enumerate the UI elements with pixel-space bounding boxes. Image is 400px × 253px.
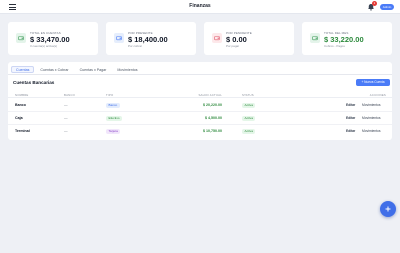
account-balance: $ 10,750.00 (203, 129, 222, 133)
account-bank: — (64, 116, 68, 120)
movements-link[interactable]: Movimientos (362, 129, 381, 133)
card-value: $ 33,220.00 (324, 35, 364, 44)
account-name: Terminal (15, 129, 30, 133)
tab-cuentas[interactable]: Cuentas (11, 66, 35, 73)
tab-divider (8, 74, 392, 75)
edit-link[interactable]: Editar (346, 103, 355, 107)
card-value: $ 33,470.00 (30, 35, 70, 44)
account-bank: — (64, 103, 68, 107)
account-name: Banco (15, 103, 26, 107)
account-balance: $ 20,220.00 (203, 103, 222, 107)
top-bar: Finanzas 1 Admin (0, 0, 400, 14)
app-title: Finanzas (189, 3, 211, 9)
column-header-name: NOMBRE (15, 93, 29, 97)
wallet-icon (310, 33, 320, 43)
card-subtitle: Por cobrar (128, 44, 143, 48)
add-fab-button[interactable] (380, 201, 396, 217)
column-header-actions: ACCIONES (369, 93, 386, 97)
movements-link[interactable]: Movimientos (362, 116, 381, 120)
account-balance: $ 4,500.00 (205, 116, 222, 120)
tab-cuentas-x-pagar[interactable]: Cuentas x Pagar (75, 66, 112, 73)
status-badge: Activa (242, 115, 256, 121)
wallet-icon (212, 33, 222, 43)
column-header-balance: SALDO ACTUAL (198, 93, 222, 97)
edit-link[interactable]: Editar (346, 129, 355, 133)
card-subtitle: 3 cuenta(s) activa(s) (30, 44, 58, 48)
summary-card-receivable: POR PRESENTE $ 18,400.00 Por cobrar (106, 22, 196, 55)
card-subtitle: Por pagar (226, 44, 240, 48)
plus-icon (385, 206, 391, 212)
section-title: Cuentas Bancarias (13, 80, 55, 85)
card-value: $ 18,400.00 (128, 35, 168, 44)
status-badge: Activa (242, 128, 256, 134)
movements-link[interactable]: Movimientos (362, 103, 381, 107)
new-account-button[interactable]: + Nueva Cuenta (356, 79, 390, 86)
summary-card-total: TOTAL EN CUENTAS $ 33,470.00 3 cuenta(s)… (8, 22, 98, 55)
table-row: Terminal — Tarjeta $ 10,750.00 Activa Ed… (8, 125, 392, 138)
summary-card-payable: POR PENDIENTE $ 0.00 Por pagar (204, 22, 294, 55)
table-row: Caja — Efectivo $ 4,500.00 Activa Editar… (8, 112, 392, 125)
edit-link[interactable]: Editar (346, 116, 355, 120)
card-value: $ 0.00 (226, 35, 247, 44)
column-header-bank: BANCO (64, 93, 75, 97)
summary-card-month: TOTAL DEL MES $ 33,220.00 Cobros - Pagos (302, 22, 392, 55)
tab-movimientos[interactable]: Movimientos (112, 66, 142, 73)
summary-cards: TOTAL EN CUENTAS $ 33,470.00 3 cuenta(s)… (8, 22, 392, 55)
accounts-panel: Cuentas Cuentas x Cobrar Cuentas x Pagar… (8, 62, 392, 140)
type-badge: Efectivo (106, 115, 123, 121)
status-badge: Activa (242, 102, 256, 108)
account-bank: — (64, 129, 68, 133)
type-badge: Tarjeta (106, 128, 121, 134)
column-header-type: TIPO (106, 93, 114, 97)
table-row: Banco — Banco $ 20,220.00 Activa Editar … (8, 99, 392, 112)
table-header: NOMBRE BANCO TIPO SALDO ACTUAL STATUS AC… (8, 91, 392, 98)
user-menu-button[interactable]: Admin (380, 4, 394, 10)
type-badge: Banco (106, 102, 120, 108)
account-name: Caja (15, 116, 23, 120)
tab-cuentas-x-cobrar[interactable]: Cuentas x Cobrar (35, 66, 73, 73)
wallet-icon (114, 33, 124, 43)
card-subtitle: Cobros - Pagos (324, 44, 345, 48)
tab-bar: Cuentas Cuentas x Cobrar Cuentas x Pagar… (11, 66, 143, 73)
column-header-status: STATUS (242, 93, 254, 97)
wallet-icon (16, 33, 26, 43)
notification-badge: 1 (372, 1, 377, 6)
